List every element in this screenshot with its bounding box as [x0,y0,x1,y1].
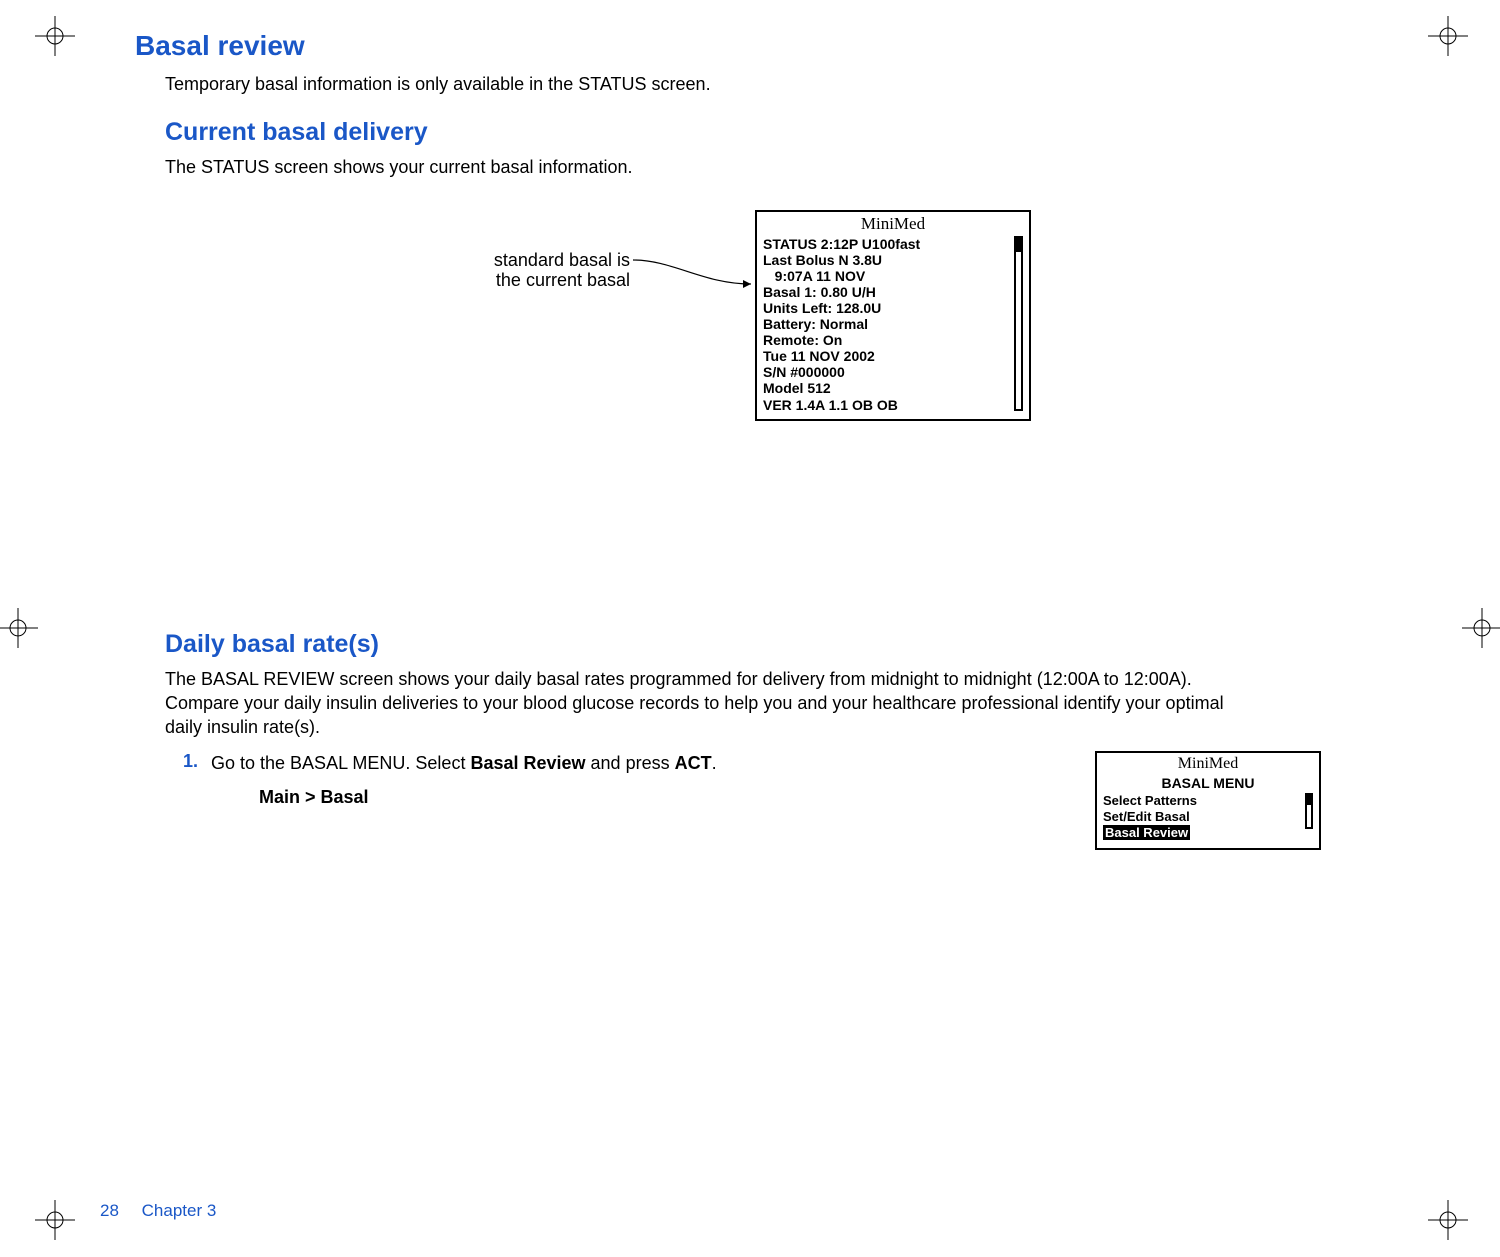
lcd-brand-label: MiniMed [763,214,1023,234]
heading-daily-basal-rates: Daily basal rate(s) [165,630,1355,659]
basal-menu-lcd: MiniMed BASAL MENU Select Patterns Set/E… [1095,751,1321,850]
step-text-act: ACT [675,753,712,773]
lcd-units-left-line: Units Left: 128.0U [763,300,1023,316]
lcd-remote-line: Remote: On [763,332,1023,348]
menu-item-basal-review: Basal Review [1103,825,1313,841]
lcd-battery-line: Battery: Normal [763,316,1023,332]
step-number: 1. [183,751,211,772]
breadcrumb: Main > Basal [259,785,1055,810]
crop-mark-icon [35,16,75,56]
crop-mark-icon [1428,16,1468,56]
paragraph-status-intro: The STATUS screen shows your current bas… [165,155,1265,179]
crop-mark-icon [1462,608,1500,648]
chapter-label: Chapter 3 [142,1201,217,1220]
paragraph-temp-basal-note: Temporary basal information is only avai… [165,72,1265,96]
step-text-mid: and press [586,753,675,773]
lcd-serial-line: S/N #000000 [763,364,1023,380]
crop-mark-icon [35,1200,75,1240]
lcd-version-line: VER 1.4A 1.1 OB OB [763,397,1023,413]
page-footer: 28 Chapter 3 [100,1201,216,1221]
crop-mark-icon [1428,1200,1468,1240]
step-text-pre: Go to the BASAL MENU. Select [211,753,470,773]
status-screen-figure: standard basal is the current basal Mini… [135,210,1355,510]
step-instruction: Go to the BASAL MENU. Select Basal Revie… [211,751,1055,809]
menu-item-set-edit-basal: Set/Edit Basal [1103,809,1313,825]
callout-standard-basal: standard basal is the current basal [480,250,630,291]
step-1-row: 1. Go to the BASAL MENU. Select Basal Re… [183,751,1355,850]
lcd-date-line: Tue 11 NOV 2002 [763,348,1023,364]
lcd-model-line: Model 512 [763,380,1023,396]
status-screen-lcd: MiniMed STATUS 2:12P U100fast Last Bolus… [755,210,1031,421]
step-text-post: . [712,753,717,773]
step-text-strong: Basal Review [470,753,585,773]
heading-current-basal-delivery: Current basal delivery [165,118,1355,147]
lcd-scrollbar-icon [1014,236,1023,411]
page-number: 28 [100,1201,119,1220]
menu-item-select-patterns: Select Patterns [1103,793,1313,809]
heading-basal-review: Basal review [135,30,1355,62]
paragraph-basal-review-description: The BASAL REVIEW screen shows your daily… [165,667,1265,740]
crop-mark-icon [0,608,38,648]
callout-arrow-icon [633,260,753,290]
lcd-last-bolus-line: Last Bolus N 3.8U [763,252,1023,268]
page-content: Basal review Temporary basal information… [135,30,1355,850]
lcd-menu-title: BASAL MENU [1103,775,1313,791]
lcd-brand-label: MiniMed [1103,755,1313,773]
lcd-status-line: STATUS 2:12P U100fast [763,236,1023,252]
lcd-bolus-time-line: 9:07A 11 NOV [763,268,1023,284]
basal-menu-figure: MiniMed BASAL MENU Select Patterns Set/E… [1095,751,1355,850]
lcd-scrollbar-icon [1305,793,1313,829]
lcd-basal-rate-line: Basal 1: 0.80 U/H [763,284,1023,300]
